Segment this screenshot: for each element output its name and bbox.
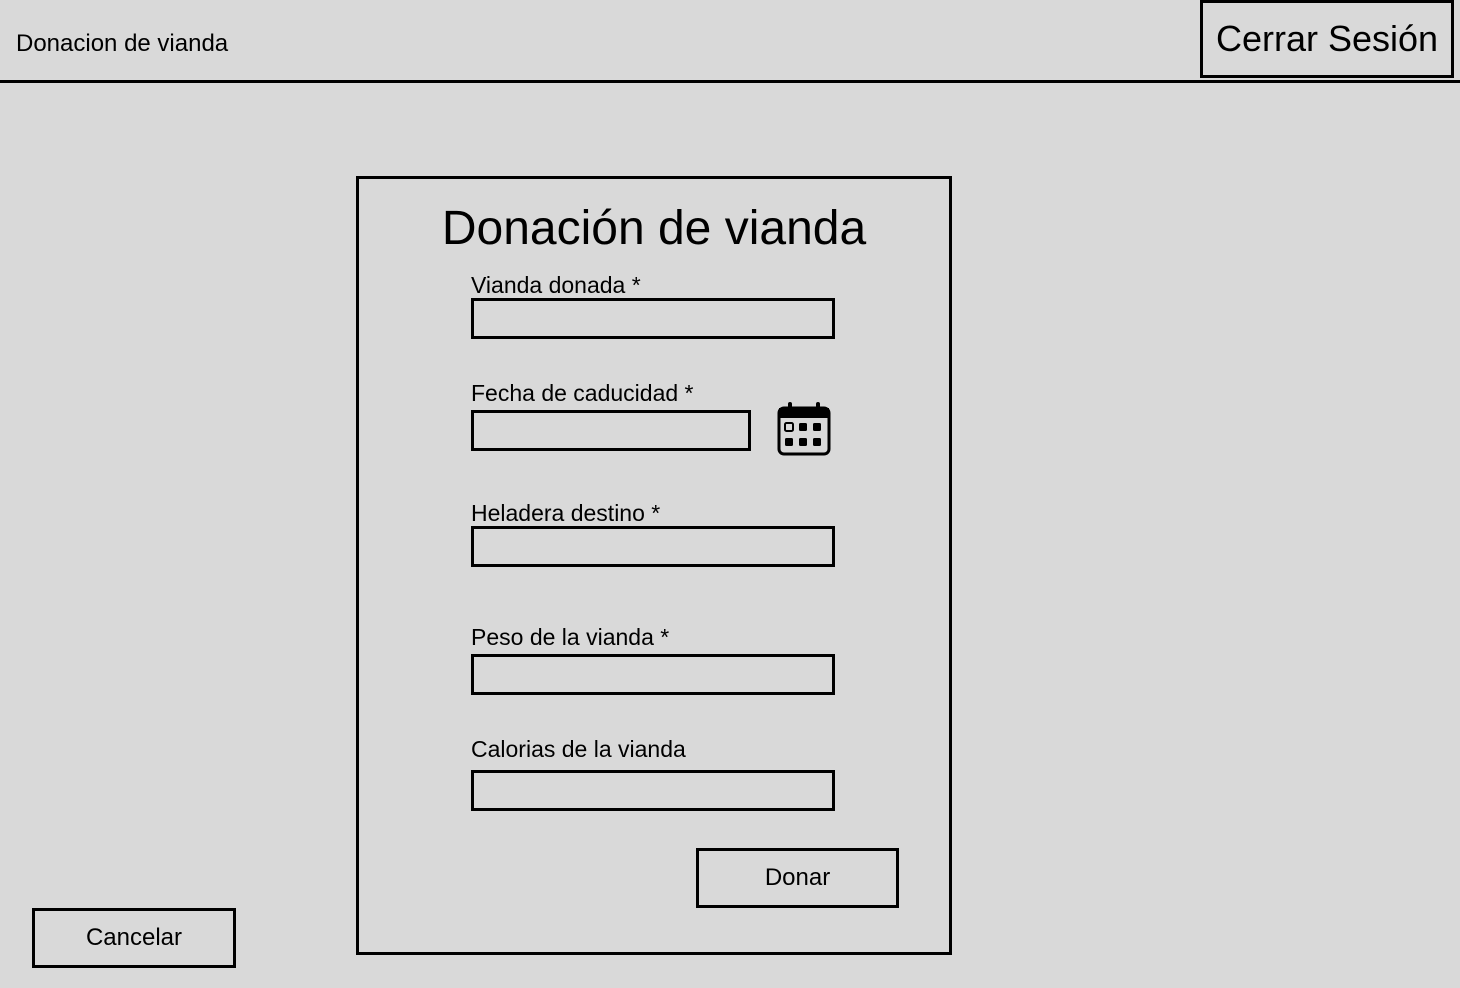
peso-vianda-label: Peso de la vianda * — [471, 624, 670, 650]
vianda-donada-label: Vianda donada * — [471, 272, 641, 298]
page-title: Donacion de vianda — [16, 30, 229, 57]
calendar-icon[interactable] — [776, 401, 832, 457]
fecha-caducidad-input[interactable] — [471, 410, 751, 451]
peso-vianda-input[interactable] — [471, 654, 835, 695]
calorias-vianda-label: Calorias de la vianda — [471, 736, 686, 762]
donate-button[interactable]: Donar — [696, 848, 899, 908]
fecha-caducidad-label: Fecha de caducidad * — [471, 380, 694, 406]
donation-form-panel: Donación de vianda Vianda donada * Fecha… — [356, 176, 952, 955]
logout-button[interactable]: Cerrar Sesión — [1200, 0, 1454, 78]
form-title: Donación de vianda — [441, 202, 867, 255]
calorias-vianda-input[interactable] — [471, 770, 835, 811]
heladera-destino-label: Heladera destino * — [471, 500, 661, 526]
vianda-donada-input[interactable] — [471, 298, 835, 339]
top-bar: Donacion de vianda Cerrar Sesión — [0, 0, 1460, 83]
heladera-destino-input[interactable] — [471, 526, 835, 567]
cancel-button[interactable]: Cancelar — [32, 908, 236, 968]
